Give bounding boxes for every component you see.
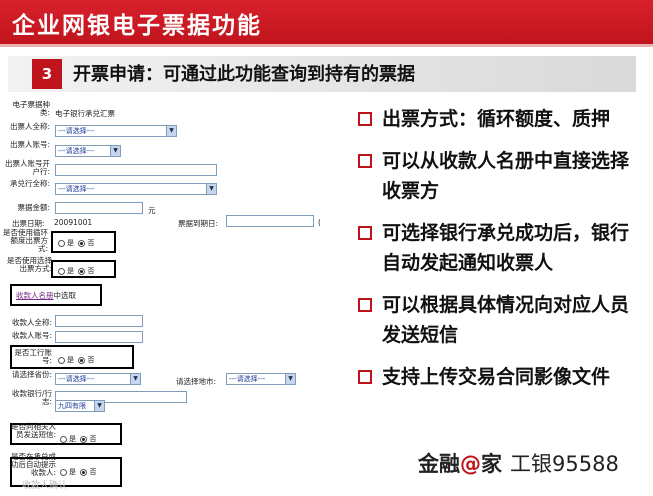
watermark: 收款人确认 [22,481,68,491]
radio-icon[interactable] [58,356,65,364]
list-item: 支持上传交易合同影像文件 [356,362,646,392]
chevron-down-icon: ▼ [130,374,140,384]
due-date-label: 票据到期日: [178,219,219,228]
list-item: 可以从收款人名册中直接选择收票方 [356,146,646,206]
payee-bank-label: 收款银行/行志: [11,389,52,406]
acceptor-select[interactable]: ---请选择--- ▼ [55,183,217,195]
list-item: 可选择银行承兑成功后，银行自动发起通知收票人 [356,218,646,278]
chevron-down-icon: ▼ [110,146,120,156]
radio-checked-icon[interactable] [78,356,86,364]
radio-icon[interactable] [60,435,67,443]
drawer-account-select[interactable]: ---请选择--- ▼ [55,145,121,157]
radio-icon[interactable] [58,239,65,247]
feature-list: 出票方式：循环额度、质押 可以从收款人名册中直接选择收票方 可选择银行承兑成功后… [356,104,646,404]
drawer-account-label: 出票人账号: [9,140,50,149]
city-select[interactable]: ---请选择--- ▼ [226,373,296,385]
list-item: 可以根据具体情况向对应人员发送短信 [356,290,646,350]
chevron-down-icon: ▼ [166,126,176,136]
notify-radio[interactable]: 是 否 [60,434,96,444]
issue-date-value: 20091001 [54,218,93,227]
payee-name-label: 收款人全称: [11,318,52,327]
province-label: 请选择省份: [11,370,52,379]
payee-bank-select[interactable]: 九四有限 ▼ [55,400,105,412]
chevron-down-icon: ▼ [285,374,295,384]
list-item: 出票方式：循环额度、质押 [356,104,646,134]
payee-account-input[interactable] [55,331,143,343]
drawer-bank-input[interactable] [55,164,217,176]
select-payee-radio[interactable]: 是 否 [58,266,94,276]
bill-type-label: 电子票据种类: [12,100,51,117]
payee-roster-pick[interactable]: 收款人名册中选取 [16,290,76,301]
square-bullet-icon [358,226,372,240]
cycle-quota-radio[interactable]: 是 否 [58,238,94,248]
drawer-bank-label: 出票人账号开户行: [5,159,50,176]
radio-icon[interactable] [58,267,65,275]
due-date-input[interactable] [226,215,314,227]
section-number: 3 [32,59,62,89]
drawer-name-select[interactable]: ---请选择--- ▼ [55,125,177,137]
bill-type-value: 电子银行承兑汇票 [55,109,115,118]
auto-notify-radio[interactable]: 是 否 [60,467,96,477]
select-payee-label: 是否使用选择出票方式: [7,256,52,273]
square-bullet-icon [358,370,372,384]
bill-application-form: 电子票据种类: 电子银行承兑汇票 出票人全称: ---请选择--- ▼ 出票人账号… [0,97,350,496]
auto-notify-label: 是否在承兑成功后自动提示收款人: [11,452,56,477]
amount-input[interactable] [55,202,143,214]
square-bullet-icon [358,112,372,126]
radio-checked-icon[interactable] [80,468,88,476]
acceptor-label: 承兑行全称: [9,179,50,188]
payee-name-input[interactable] [55,315,143,327]
amount-unit: 元 [148,206,156,215]
notify-label: 是否向相关人员发送短信: [11,422,56,439]
brand-logo: 金融@家 工银95588 [418,452,619,476]
chevron-down-icon: ▼ [94,401,104,411]
payee-roster-link[interactable]: 收款人名册 [16,291,54,300]
radio-checked-icon[interactable] [78,239,86,247]
section-heading: 开票申请：可通过此功能查询到持有的票据 [73,64,415,85]
payee-account-label: 收款人账号: [11,331,52,340]
square-bullet-icon [358,154,372,168]
radio-checked-icon[interactable] [80,435,88,443]
cycle-quota-label: 是否使用循环额度出票方式: [3,228,48,253]
amount-label: 票据金额: [17,203,50,212]
slide-title: 企业网银电子票据功能 [12,12,262,39]
title-underline [0,44,653,47]
radio-checked-icon[interactable] [78,267,86,275]
drawer-name-label: 出票人全称: [9,122,50,131]
chevron-down-icon: ▼ [206,184,216,194]
icbc-account-label: 是否工行账号: [14,348,53,365]
radio-icon[interactable] [60,468,67,476]
square-bullet-icon [358,298,372,312]
due-date-suffix: ( [318,218,321,227]
city-label: 请选择地市: [176,377,217,386]
province-select[interactable]: ---请选择--- ▼ [55,373,141,385]
icbc-account-radio[interactable]: 是 否 [58,355,94,365]
